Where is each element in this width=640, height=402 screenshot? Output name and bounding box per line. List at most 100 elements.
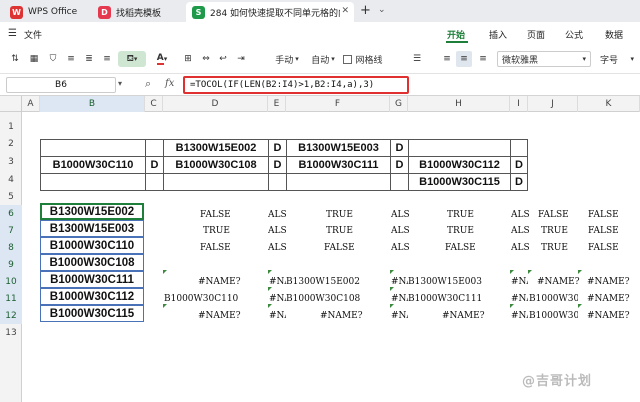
cell-f2[interactable]: B1300W15E003 (286, 139, 390, 157)
cell-e11[interactable]: #NAME (269, 292, 286, 306)
align-center-h-icon[interactable]: ≡ (456, 51, 472, 67)
tab-wps-office[interactable]: W WPS Office (4, 2, 84, 22)
cell-i7[interactable]: ALS (511, 224, 530, 238)
cell-b10[interactable]: B1000W30C111 (40, 271, 144, 288)
col-header-a[interactable]: A (22, 96, 40, 112)
row-header-3[interactable]: 3 (0, 153, 22, 170)
row-header-7[interactable]: 7 (0, 222, 22, 239)
sort-icon[interactable]: ⇅ (8, 51, 22, 67)
cell-e6[interactable]: ALS (268, 208, 287, 222)
merge-icon[interactable]: ⇔ (199, 51, 213, 67)
cell-d7[interactable]: TRUE (203, 224, 230, 238)
chevron-down-icon[interactable]: ⌄ (378, 5, 386, 15)
select-all-corner[interactable] (0, 96, 22, 112)
cell-j6[interactable]: FALSE (538, 208, 569, 222)
fill-color-button[interactable]: ⛾ ▾ (118, 51, 146, 67)
filter-icon[interactable]: ⛉ (46, 51, 60, 67)
cell-b3[interactable]: B1000W30C110 (40, 156, 145, 174)
cell-k8[interactable]: FALSE (588, 241, 619, 255)
cell-h2[interactable] (408, 139, 510, 157)
tab-data[interactable]: 数据 (605, 28, 623, 41)
cell-g11[interactable]: #NAM (391, 292, 408, 306)
cell-g12[interactable]: #NA (391, 309, 408, 323)
cell-g4[interactable] (390, 173, 408, 191)
file-menu[interactable]: 文件 (24, 28, 42, 41)
font-family-select[interactable]: 微软雅黑 ▾ (497, 51, 591, 67)
border-icon[interactable]: ⊞ (181, 51, 195, 67)
row-header-12[interactable]: 12 (0, 307, 22, 324)
col-header-h[interactable]: H (408, 96, 510, 112)
tab-templates[interactable]: D 找稻壳模板 (92, 2, 184, 22)
align-left-icon[interactable]: ≡ (64, 51, 78, 67)
align-center-icon[interactable]: ≣ (82, 51, 96, 67)
cell-k7[interactable]: FALSE (588, 224, 619, 238)
cell-k10[interactable]: #NAME? (587, 275, 630, 289)
handfill-dropdown[interactable]: 手动 ▾ (270, 51, 304, 67)
cell-b2[interactable] (40, 139, 145, 157)
formula-input[interactable]: =TOCOL(IF(LEN(B2:I4)>1,B2:I4,a),3) (183, 76, 409, 94)
align-middle-icon[interactable]: ≡ (440, 51, 454, 67)
cell-k11[interactable]: #NAME? (587, 292, 630, 306)
fx-icon[interactable]: fx (165, 78, 174, 89)
new-tab-button[interactable]: + (360, 3, 371, 18)
cell-i11[interactable]: #NAM (511, 292, 528, 306)
cell-f12[interactable]: #NAME? (320, 309, 363, 323)
cell-d6[interactable]: FALSE (200, 208, 231, 222)
align-top-icon[interactable]: ☰ (410, 51, 424, 67)
cell-b4[interactable] (40, 173, 145, 191)
col-header-k[interactable]: K (578, 96, 640, 112)
cell-c4[interactable] (145, 173, 163, 191)
tab-formula[interactable]: 公式 (565, 28, 583, 41)
cell-b8[interactable]: B1000W30C110 (40, 237, 144, 254)
align-right-icon[interactable]: ≡ (100, 51, 114, 67)
row-header-1[interactable]: 1 (0, 118, 22, 135)
cell-f11[interactable]: B1000W30C108 (286, 292, 360, 306)
cell-h10[interactable]: B1300W15E003 (408, 275, 482, 289)
font-size-select[interactable]: 字号 ▾ (597, 51, 637, 67)
cell-i10[interactable]: #NAM (511, 275, 528, 289)
close-tab-icon[interactable]: ✕ (341, 6, 349, 16)
cell-j10[interactable]: #NAME? (537, 275, 580, 289)
cell-b6[interactable]: B1300W15E002 (40, 203, 144, 220)
cell-e4[interactable] (268, 173, 286, 191)
cell-b7[interactable]: B1300W15E003 (40, 220, 144, 237)
row-header-5[interactable]: 5 (0, 188, 22, 205)
col-header-i[interactable]: I (510, 96, 528, 112)
cell-c3[interactable]: D (145, 156, 163, 174)
cell-k6[interactable]: FALSE (588, 208, 619, 222)
row-header-10[interactable]: 10 (0, 273, 22, 290)
col-header-f[interactable]: F (286, 96, 390, 112)
cell-i6[interactable]: ALS (511, 208, 530, 222)
cell-i3[interactable]: D (510, 156, 528, 174)
col-header-e[interactable]: E (268, 96, 286, 112)
row-header-8[interactable]: 8 (0, 239, 22, 256)
cell-i12[interactable]: #NAM (511, 309, 528, 323)
cell-d4[interactable] (163, 173, 268, 191)
cell-d12[interactable]: #NAME? (198, 309, 241, 323)
cell-g10[interactable]: #NAM (391, 275, 408, 289)
name-box-dropdown-icon[interactable]: ▾ (118, 79, 122, 88)
row-header-11[interactable]: 11 (0, 290, 22, 307)
zoom-icon[interactable]: ⌕ (145, 77, 151, 91)
cell-f8[interactable]: FALSE (324, 241, 355, 255)
cell-d2[interactable]: B1300W15E002 (163, 139, 268, 157)
cell-b12[interactable]: B1000W30C115 (40, 305, 144, 322)
cell-h7[interactable]: TRUE (447, 224, 474, 238)
cell-j12[interactable]: B1000W30C (529, 309, 578, 323)
col-header-b[interactable]: B (40, 96, 145, 112)
cell-d10[interactable]: #NAME? (198, 275, 241, 289)
font-color-button[interactable]: A ▾ (150, 51, 174, 67)
cell-i8[interactable]: ALS (511, 241, 530, 255)
row-header-6[interactable]: 6 (0, 205, 22, 222)
indent-icon[interactable]: ⇥ (234, 51, 248, 67)
cell-b11[interactable]: B1000W30C112 (40, 288, 144, 305)
tab-page[interactable]: 页面 (527, 28, 545, 41)
cell-e3[interactable]: D (268, 156, 286, 174)
cell-i2[interactable] (510, 139, 528, 157)
wrap-icon[interactable]: ↩ (216, 51, 230, 67)
col-header-g[interactable]: G (390, 96, 408, 112)
cell-e2[interactable]: D (268, 139, 286, 157)
cell-d8[interactable]: FALSE (200, 241, 231, 255)
align-bottom-icon[interactable]: ≡ (476, 51, 490, 67)
cell-g7[interactable]: ALS (391, 224, 410, 238)
